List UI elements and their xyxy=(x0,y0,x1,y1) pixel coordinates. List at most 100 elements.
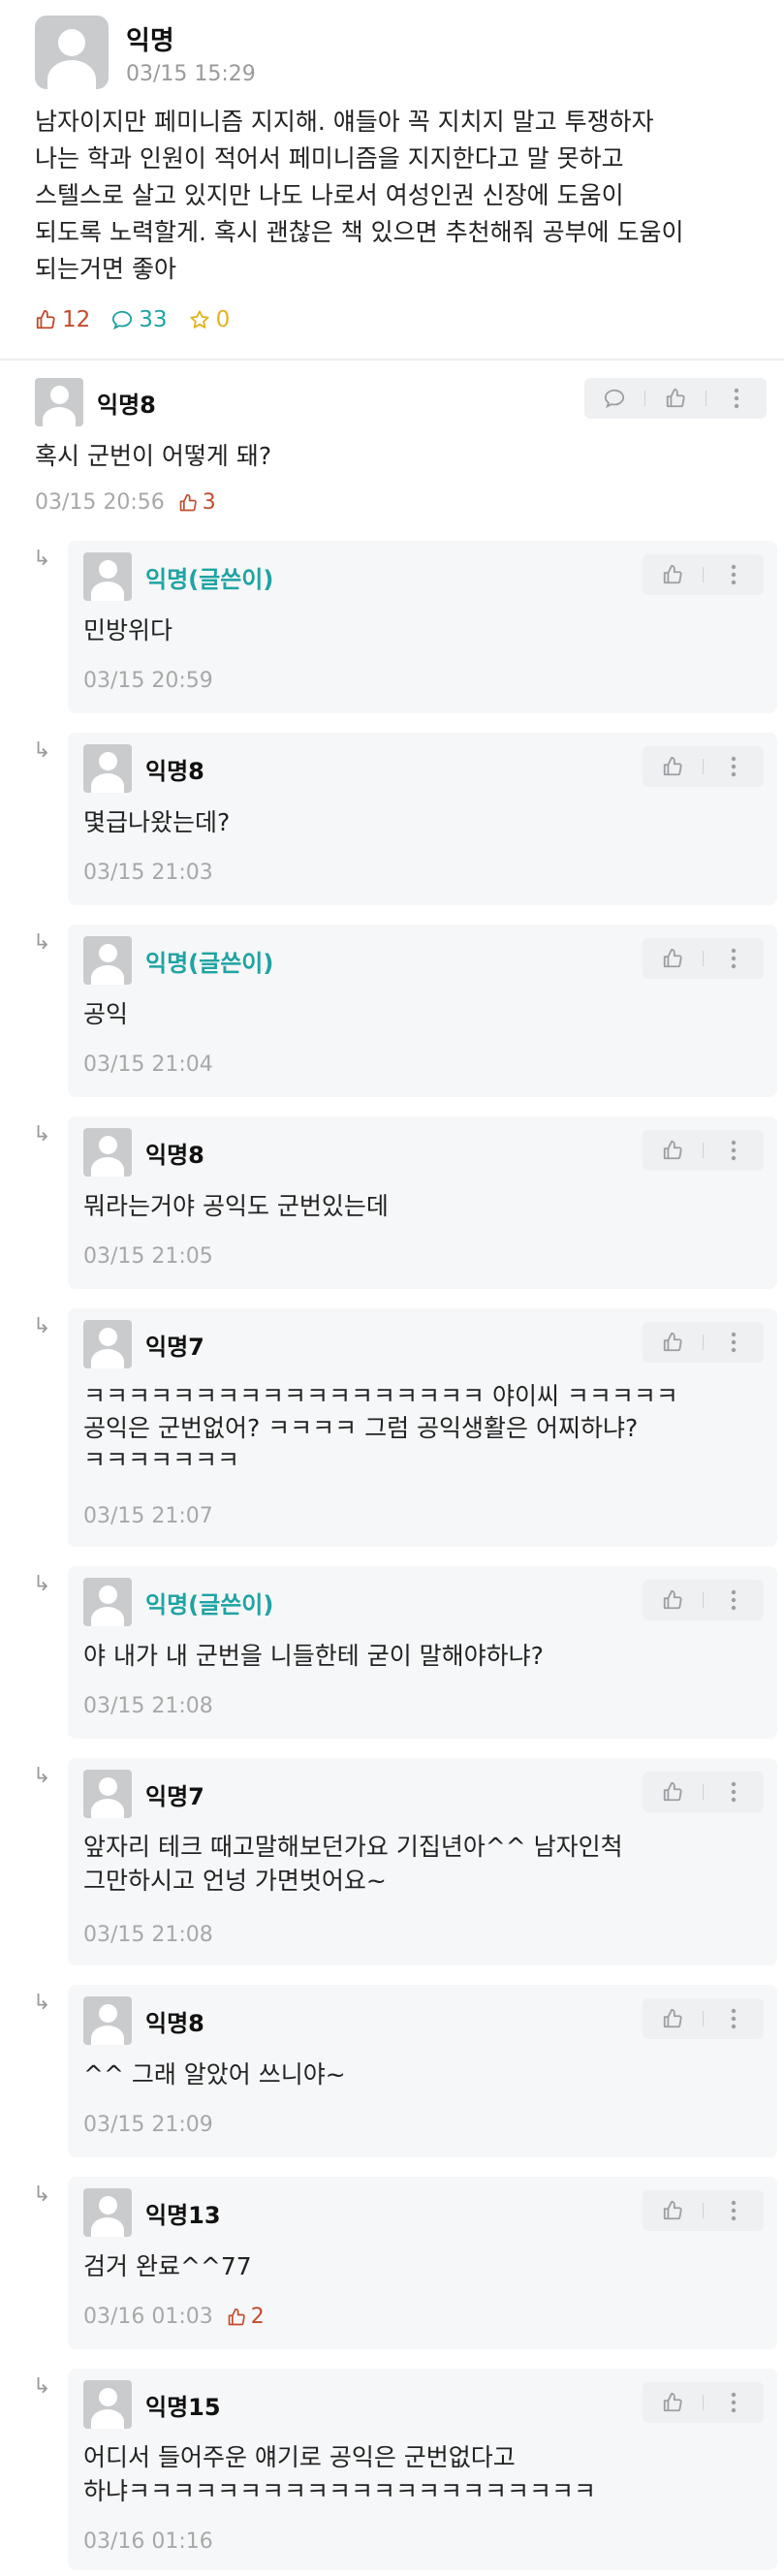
more-button[interactable] xyxy=(720,382,753,415)
thumbs-up-icon xyxy=(663,2200,682,2220)
thumbs-up-icon xyxy=(663,564,682,584)
reply-avatar xyxy=(83,1578,132,1626)
thumbs-up-icon xyxy=(663,756,682,776)
more-button[interactable] xyxy=(717,2002,750,2035)
like-button[interactable] xyxy=(656,2194,689,2227)
reply-time: 03/15 20:59 xyxy=(83,669,213,693)
like-button[interactable] xyxy=(656,558,689,591)
like-button[interactable] xyxy=(656,2386,689,2419)
reply-avatar xyxy=(83,2188,132,2237)
comment-like-value: 3 xyxy=(202,490,216,515)
more-button[interactable] xyxy=(717,1775,750,1808)
post-comment-count[interactable]: 33 xyxy=(111,307,168,332)
vertical-dots-icon xyxy=(731,564,737,585)
reply-body-line: 야 내가 내 군번을 니들한테 굳이 말해야하냐? xyxy=(83,1642,544,1670)
reply-author: 익명8 xyxy=(145,1142,204,1169)
reply-actions xyxy=(643,1130,764,1171)
reply-body: 어디서 들어주운 얘기로 공익은 군번없다고 하냐ㅋㅋㅋㅋㅋㅋㅋㅋㅋㅋㅋㅋㅋㅋㅋ… xyxy=(83,2440,752,2508)
like-button[interactable] xyxy=(656,1326,689,1359)
post-like-value: 12 xyxy=(62,307,91,332)
thumbs-up-icon xyxy=(663,948,682,968)
reply-arrow-icon: ↳ xyxy=(33,1991,51,2015)
more-button[interactable] xyxy=(717,2386,750,2419)
reply-author: 익명8 xyxy=(145,2010,204,2037)
speech-bubble-icon xyxy=(604,389,625,409)
reply-body-line: 공익 xyxy=(83,1000,129,1028)
reply-body-line: 뭐라는거야 공익도 군번있는데 xyxy=(83,1192,389,1220)
thumbs-up-icon xyxy=(36,309,55,330)
reply-avatar xyxy=(83,1770,132,1818)
vertical-dots-icon xyxy=(731,948,737,969)
post-like-count[interactable]: 12 xyxy=(35,307,90,332)
post-body-line: 되는거면 좋아 xyxy=(35,255,176,283)
like-button[interactable] xyxy=(656,1584,689,1617)
reply-avatar xyxy=(83,1128,132,1177)
like-button[interactable] xyxy=(656,942,689,975)
reply-actions xyxy=(643,1580,764,1620)
reply-author: 익명7 xyxy=(145,1334,204,1361)
like-button[interactable] xyxy=(659,382,692,415)
vertical-dots-icon xyxy=(731,2008,737,2029)
post-scrap-value: 0 xyxy=(215,307,231,332)
reply-arrow-icon: ↳ xyxy=(33,1314,51,1338)
more-button[interactable] xyxy=(717,2194,750,2227)
reply-body-line: ㅋㅋㅋㅋㅋㅋㅋㅋㅋㅋㅋㅋㅋㅋㅋㅋㅋㅋ 야이씨 ㅋㅋㅋㅋㅋ xyxy=(83,1382,678,1410)
reply-body-line: 어디서 들어주운 얘기로 공익은 군번없다고 xyxy=(83,2443,516,2471)
thumbs-up-icon xyxy=(663,1781,682,1802)
reply-avatar xyxy=(83,936,132,985)
reply-time: 03/15 21:03 xyxy=(83,861,213,885)
like-button[interactable] xyxy=(656,1775,689,1808)
reply-time: 03/15 21:07 xyxy=(83,1504,213,1528)
like-button[interactable] xyxy=(656,2002,689,2035)
vertical-dots-icon xyxy=(731,1332,737,1353)
reply-body-line: 민방위다 xyxy=(83,616,173,644)
comment-time: 03/15 20:56 xyxy=(35,490,165,515)
like-button[interactable] xyxy=(656,750,689,783)
reply-author: 익명(글쓴이) xyxy=(145,566,274,593)
more-button[interactable] xyxy=(717,1326,750,1359)
reply-author: 익명(글쓴이) xyxy=(145,1591,274,1618)
reply-actions xyxy=(643,2190,764,2231)
vertical-dots-icon xyxy=(731,1589,737,1611)
reply: ↳ 익명8 몇급나왔는데? 03/15 21:03 xyxy=(33,733,777,905)
post-scrap-count[interactable]: 0 xyxy=(189,307,231,332)
thumbs-up-icon xyxy=(663,2392,682,2412)
thumbs-up-icon xyxy=(663,1589,682,1610)
reply-button[interactable] xyxy=(598,382,631,415)
more-button[interactable] xyxy=(717,558,750,591)
reply-actions xyxy=(643,1772,764,1812)
comment-avatar xyxy=(35,378,83,426)
reply-actions xyxy=(643,1322,764,1363)
like-button[interactable] xyxy=(656,1134,689,1167)
thumbs-up-icon xyxy=(228,2308,245,2325)
reply-body: ㅋㅋㅋㅋㅋㅋㅋㅋㅋㅋㅋㅋㅋㅋㅋㅋㅋㅋ 야이씨 ㅋㅋㅋㅋㅋ 공익은 군번없어? ㅋ… xyxy=(83,1380,752,1476)
reply: ↳ 익명7 ㅋㅋㅋㅋㅋㅋㅋㅋㅋㅋㅋㅋㅋㅋㅋㅋㅋㅋ 야이씨 ㅋㅋㅋㅋㅋ 공익은 군… xyxy=(33,1308,777,1547)
reply-actions xyxy=(643,2382,764,2423)
reply: ↳ 익명(글쓴이) 야 내가 내 군번을 니들한테 굳이 말해야하냐? 03/1… xyxy=(33,1566,777,1739)
post-body-line: 스텔스로 살고 있지만 나도 나로서 여성인권 신장에 도움이 xyxy=(35,181,624,209)
reply-time: 03/15 21:09 xyxy=(83,2113,213,2137)
reply-body-line: 하냐ㅋㅋㅋㅋㅋㅋㅋㅋㅋㅋㅋㅋㅋㅋㅋㅋㅋㅋㅋㅋㅋ xyxy=(83,2477,597,2505)
reply-arrow-icon: ↳ xyxy=(33,1572,51,1596)
reply-time: 03/15 21:08 xyxy=(83,1923,213,1947)
thumbs-up-icon xyxy=(663,1332,682,1352)
reply-avatar xyxy=(83,552,132,601)
post-comment-value: 33 xyxy=(139,307,168,332)
post-divider xyxy=(0,359,784,361)
reply: ↳ 익명(글쓴이) 민방위다 03/15 20:59 xyxy=(33,541,777,713)
reply-arrow-icon: ↳ xyxy=(33,2374,51,2399)
reply: ↳ 익명13 검거 완료^^77 03/16 01:03 2 xyxy=(33,2177,777,2349)
reply-arrow-icon: ↳ xyxy=(33,547,51,571)
more-button[interactable] xyxy=(717,1134,750,1167)
post-time: 03/15 15:29 xyxy=(126,62,256,86)
reply-time: 03/16 01:16 xyxy=(83,2529,213,2554)
reply-actions xyxy=(643,1998,764,2039)
more-button[interactable] xyxy=(717,750,750,783)
reply: ↳ 익명7 앞자리 테크 때고말해보던가요 기집년아^^ 남자인척 그만하시고 … xyxy=(33,1758,777,1965)
more-button[interactable] xyxy=(717,942,750,975)
reply: ↳ 익명8 뭐라는거야 공익도 군번있는데 03/15 21:05 xyxy=(33,1116,777,1289)
comment-author: 익명8 xyxy=(97,392,156,419)
comment-like-count: 3 xyxy=(178,490,216,515)
more-button[interactable] xyxy=(717,1584,750,1617)
reply-actions xyxy=(643,938,764,979)
